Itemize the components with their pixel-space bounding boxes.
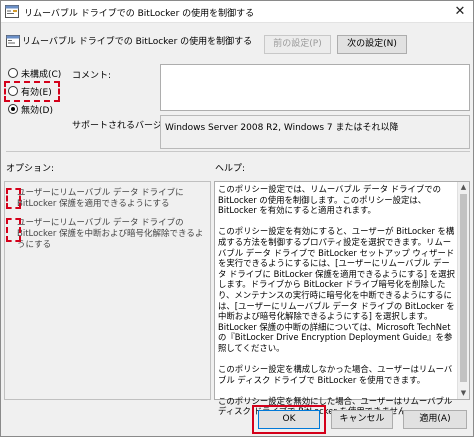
- supported-value-text: Windows Server 2008 R2, Windows 7 またはそれ以…: [165, 123, 399, 133]
- scroll-down-icon[interactable]: ▼: [458, 388, 469, 399]
- policy-title: リムーバブル ドライブでの BitLocker の使用を制御する: [22, 37, 253, 47]
- help-scrollbar[interactable]: ▲ ▼: [457, 182, 469, 399]
- option-item: ユーザーにリムーバブル データ ドライブに BitLocker 保護を適用できる…: [17, 188, 184, 209]
- options-panel: ユーザーにリムーバブル データ ドライブに BitLocker 保護を適用できる…: [4, 181, 211, 400]
- radio-indicator: [8, 68, 18, 78]
- option-item: ユーザーにリムーバブル データ ドライブの BitLocker 保護を中断および…: [17, 218, 204, 250]
- policy-settings-icon: [5, 5, 19, 18]
- highlight-option-2: [6, 218, 21, 242]
- help-text: このポリシー設定では、リムーバブル データ ドライブでの BitLocker の…: [218, 184, 456, 428]
- highlight-enabled-option: [4, 81, 60, 102]
- scroll-thumb[interactable]: [460, 194, 467, 382]
- policy-dialog: リムーバブル ドライブでの BitLocker の使用を制御する ✕ リムーバブ…: [0, 0, 474, 437]
- comment-label: コメント:: [72, 71, 112, 81]
- help-paragraph: このポリシー設定では、リムーバブル データ ドライブでの BitLocker の…: [218, 184, 441, 216]
- close-icon[interactable]: ✕: [451, 4, 469, 20]
- highlight-option-1: [6, 188, 21, 209]
- options-label: オプション:: [6, 164, 55, 174]
- help-label: ヘルプ:: [215, 164, 246, 174]
- radio-not-configured-label: 未構成(C): [21, 70, 62, 80]
- apply-button[interactable]: 適用(A): [403, 410, 467, 429]
- radio-disabled[interactable]: 無効(D): [8, 103, 53, 117]
- window-title: リムーバブル ドライブでの BitLocker の使用を制御する: [24, 9, 255, 19]
- cancel-button[interactable]: キャンセル: [331, 410, 393, 429]
- help-paragraph: このポリシー設定を構成しなかった場合、ユーザーはリムーバブル ディスク ドライブ…: [218, 364, 453, 385]
- radio-not-configured[interactable]: 未構成(C): [8, 67, 61, 81]
- policy-settings-icon: [6, 35, 20, 47]
- section-divider: [6, 151, 470, 152]
- scroll-up-icon[interactable]: ▲: [458, 182, 469, 193]
- prev-setting-button[interactable]: 前の設定(P): [264, 35, 331, 54]
- radio-disabled-label: 無効(D): [21, 106, 53, 116]
- help-panel[interactable]: このポリシー設定では、リムーバブル データ ドライブでの BitLocker の…: [214, 181, 470, 416]
- radio-indicator: [8, 104, 18, 114]
- highlight-ok-button: [252, 405, 326, 434]
- next-setting-button[interactable]: 次の設定(N): [337, 35, 407, 54]
- title-bar: リムーバブル ドライブでの BitLocker の使用を制御する ✕: [1, 1, 473, 23]
- help-paragraph: このポリシー設定を有効にすると、ユーザーが BitLocker を構成する方法を…: [218, 226, 455, 353]
- comment-input[interactable]: [160, 64, 470, 111]
- supported-value: Windows Server 2008 R2, Windows 7 またはそれ以…: [160, 115, 470, 149]
